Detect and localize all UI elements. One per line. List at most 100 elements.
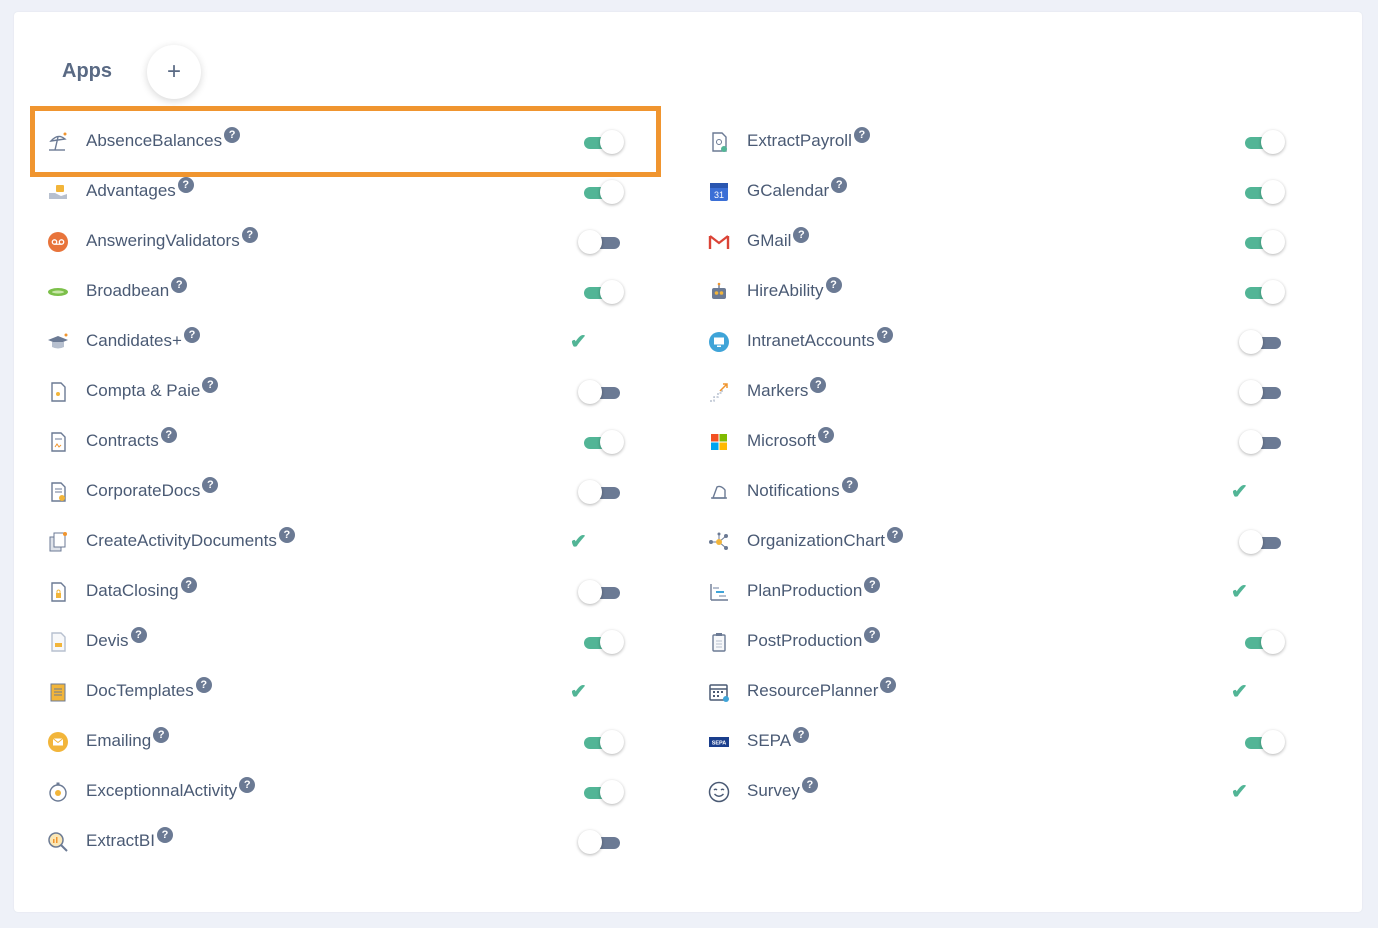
app-toggle[interactable] — [582, 630, 626, 656]
help-icon[interactable]: ? — [825, 277, 842, 293]
app-name: SEPA? — [747, 727, 810, 751]
app-toggle[interactable] — [578, 830, 626, 856]
help-icon[interactable]: ? — [853, 127, 870, 143]
toggle-knob — [1261, 130, 1285, 154]
help-icon[interactable]: ? — [156, 827, 173, 843]
app-name: CorporateDocs? — [86, 477, 219, 501]
app-toggle[interactable] — [1243, 130, 1287, 156]
add-app-button[interactable]: + — [147, 45, 201, 99]
help-icon[interactable]: ? — [195, 677, 212, 693]
help-icon[interactable]: ? — [864, 627, 881, 643]
app-row: Broadbean? — [44, 267, 644, 317]
app-name-text: Compta & Paie — [86, 381, 201, 400]
help-icon[interactable]: ? — [886, 527, 903, 543]
app-toggle[interactable] — [1239, 530, 1287, 556]
app-row: GMail? — [705, 217, 1305, 267]
app-toggle[interactable] — [1243, 230, 1287, 256]
app-toggle[interactable] — [1243, 180, 1287, 206]
help-icon[interactable]: ? — [241, 227, 258, 243]
document-lock-icon — [46, 580, 70, 604]
app-toggle[interactable] — [1243, 730, 1287, 756]
app-toggle[interactable] — [578, 380, 626, 406]
help-icon[interactable]: ? — [793, 727, 810, 743]
apps-column-left: AbsenceBalances? Advantages? AnsweringVali… — [44, 117, 644, 867]
help-icon[interactable]: ? — [810, 377, 827, 393]
toggle-knob — [600, 780, 624, 804]
network-nodes-icon — [707, 530, 731, 554]
app-toggle[interactable] — [578, 480, 626, 506]
app-name: DataClosing? — [86, 577, 197, 601]
toggle-knob — [600, 280, 624, 304]
app-toggle[interactable] — [582, 780, 626, 806]
toggle-knob — [600, 180, 624, 204]
app-toggle[interactable] — [582, 430, 626, 456]
help-icon[interactable]: ? — [817, 427, 834, 443]
help-icon[interactable]: ? — [793, 227, 810, 243]
app-name: DocTemplates? — [86, 677, 212, 701]
app-name-text: AnsweringValidators — [86, 231, 240, 250]
help-icon[interactable]: ? — [876, 327, 893, 343]
help-icon[interactable]: ? — [177, 177, 194, 193]
gcalendar-date-text: 31 — [714, 190, 724, 200]
help-icon[interactable]: ? — [880, 677, 897, 693]
help-icon[interactable]: ? — [183, 327, 200, 343]
app-name: Devis? — [86, 627, 147, 651]
check-icon: ✔ — [1231, 581, 1248, 603]
help-icon[interactable]: ? — [239, 777, 256, 793]
app-toggle[interactable] — [1239, 330, 1287, 356]
app-toggle[interactable] — [582, 730, 626, 756]
check-icon: ✔ — [1231, 781, 1248, 803]
app-row: Markers? — [705, 367, 1305, 417]
app-name: AbsenceBalances? — [86, 127, 241, 151]
app-toggle[interactable] — [1239, 430, 1287, 456]
stopwatch-icon — [46, 780, 70, 804]
app-name: Contracts? — [86, 427, 177, 451]
app-name-text: CorporateDocs — [86, 481, 201, 500]
app-name: Survey? — [747, 777, 818, 801]
app-name-text: ExtractBI — [86, 831, 155, 850]
help-icon[interactable]: ? — [831, 177, 848, 193]
help-icon[interactable]: ? — [202, 377, 219, 393]
calendar-grid-icon — [707, 680, 731, 704]
app-toggle[interactable] — [582, 280, 626, 306]
app-name-text: ExtractPayroll — [747, 131, 852, 150]
app-toggle[interactable] — [578, 580, 626, 606]
app-name: ExtractPayroll? — [747, 127, 870, 151]
app-row: DocTemplates? ✔ — [44, 667, 644, 717]
stairs-arrow-icon — [707, 380, 731, 404]
help-icon[interactable]: ? — [841, 477, 858, 493]
app-toggle[interactable] — [582, 130, 626, 156]
app-toggle[interactable] — [578, 230, 626, 256]
app-name: GMail? — [747, 227, 810, 251]
documents-stack-icon — [46, 530, 70, 554]
toggle-knob — [578, 380, 602, 404]
help-icon[interactable]: ? — [153, 727, 170, 743]
app-name-text: Contracts — [86, 431, 159, 450]
toggle-knob — [600, 730, 624, 754]
app-toggle[interactable] — [1243, 280, 1287, 306]
apps-column-right: ExtractPayroll? 31 GCalendar? GMail? HireAbi… — [705, 117, 1305, 817]
help-icon[interactable]: ? — [160, 427, 177, 443]
app-name: Notifications? — [747, 477, 858, 501]
app-name-text: Candidates+ — [86, 331, 182, 350]
help-icon[interactable]: ? — [180, 577, 197, 593]
help-icon[interactable]: ? — [130, 627, 147, 643]
help-icon[interactable]: ? — [864, 577, 881, 593]
help-icon[interactable]: ? — [801, 777, 818, 793]
toggle-knob — [1239, 430, 1263, 454]
app-name-text: SEPA — [747, 731, 792, 750]
help-icon[interactable]: ? — [202, 477, 219, 493]
help-icon[interactable]: ? — [278, 527, 295, 543]
toggle-knob — [1239, 530, 1263, 554]
app-row: Microsoft? — [705, 417, 1305, 467]
help-icon[interactable]: ? — [224, 127, 241, 143]
help-icon[interactable]: ? — [171, 277, 188, 293]
gift-hand-icon — [46, 180, 70, 204]
app-name: Emailing? — [86, 727, 170, 751]
app-toggle[interactable] — [1239, 380, 1287, 406]
app-name: CreateActivityDocuments? — [86, 527, 295, 551]
app-name-text: Survey — [747, 781, 800, 800]
app-row: 31 GCalendar? — [705, 167, 1305, 217]
app-toggle[interactable] — [1243, 630, 1287, 656]
app-toggle[interactable] — [582, 180, 626, 206]
